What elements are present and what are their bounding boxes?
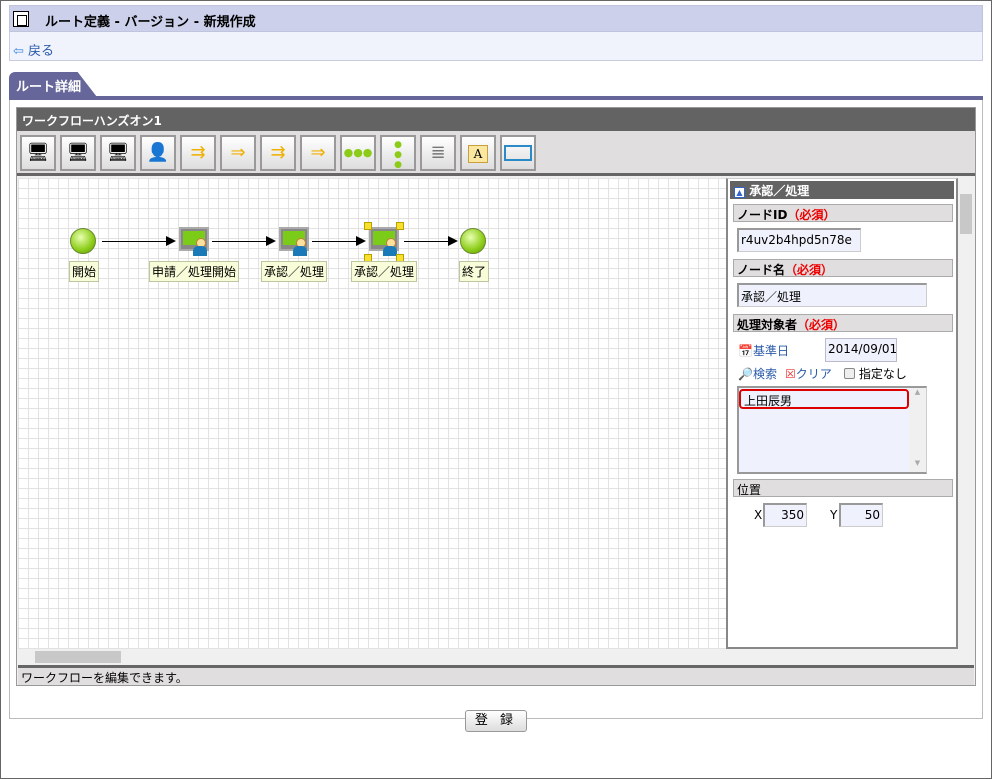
back-arrow-icon: ⇦ <box>13 44 24 59</box>
person-icon <box>193 238 207 256</box>
properties-panel: ▲ 承認／処理 ノードID（必須） r4uv2b4hpd5n78e ノード名（必… <box>726 178 958 649</box>
horizontal-line-tool-icon[interactable]: ●●● <box>340 135 376 171</box>
vertical-line-tool-icon[interactable]: ● ● ● <box>380 135 416 171</box>
flow-arrow[interactable] <box>212 236 276 246</box>
register-button[interactable]: 登 録 <box>465 710 527 732</box>
join-tool-icon[interactable]: ⇒ <box>220 135 256 171</box>
database-tool-icon[interactable]: ≣ <box>420 135 456 171</box>
node-label-start[interactable]: 開始 <box>68 261 100 282</box>
clipboard-icon <box>13 11 29 27</box>
collapse-icon[interactable]: ▲ <box>734 187 745 198</box>
list-scrollbar[interactable]: ▲ ▼ <box>909 388 926 472</box>
nav-bar: ⇦ 戻る <box>9 32 983 61</box>
scroll-thumb[interactable] <box>960 194 972 234</box>
node-id-field[interactable]: r4uv2b4hpd5n78e <box>737 228 861 252</box>
node-id-section: ノードID（必須） <box>733 204 953 222</box>
horizontal-scrollbar[interactable] <box>18 649 957 665</box>
base-date-field[interactable]: 2014/09/01 <box>825 338 897 362</box>
conditional-join-tool-icon[interactable]: ⇒ <box>300 135 336 171</box>
target-list-item[interactable]: 上田辰男 <box>739 389 909 409</box>
status-bar: ワークフローを編集できます。 <box>18 665 974 685</box>
node-name-section: ノード名（必須） <box>733 259 953 277</box>
y-label: Y <box>830 508 838 522</box>
resize-handle[interactable] <box>396 222 404 230</box>
conditional-split-tool-icon[interactable]: ⇉ <box>260 135 296 171</box>
person-icon <box>383 238 397 256</box>
workflow-editor: ワークフローハンズオン1 🖥 🖥 🖥 👤 ⇉ ⇒ ⇉ ⇒ ●●● ● ● ● ≣ A… <box>16 107 976 686</box>
flow-arrow[interactable] <box>312 236 366 246</box>
y-field[interactable]: 50 <box>839 503 883 527</box>
workflow-title: ワークフローハンズオン1 <box>17 108 975 131</box>
node-label-apply[interactable]: 申請／処理開始 <box>148 261 240 282</box>
search-icon: 🔎 <box>738 367 753 381</box>
node-label-end[interactable]: 終了 <box>458 261 490 282</box>
resize-handle[interactable] <box>364 222 372 230</box>
x-label: X <box>754 508 763 522</box>
no-target-checkbox[interactable]: 指定なし <box>844 365 907 382</box>
properties-title: 承認／処理 <box>749 184 810 198</box>
group-task-tool-icon[interactable]: 🖥 <box>60 135 96 171</box>
toolbar: 🖥 🖥 🖥 👤 ⇉ ⇒ ⇉ ⇒ ●●● ● ● ● ≣ A <box>17 131 975 176</box>
flow-arrow[interactable] <box>102 236 176 246</box>
base-date-label: 📅基準日 <box>738 344 789 358</box>
split-tool-icon[interactable]: ⇉ <box>180 135 216 171</box>
workflow-canvas[interactable]: 開始 申請／処理開始 承認／処理 承認／処理 終了 <box>18 178 726 649</box>
start-node-icon[interactable] <box>70 228 96 254</box>
role-task-tool-icon[interactable]: 👤 <box>140 135 176 171</box>
clear-link[interactable]: ☒クリア <box>785 365 832 382</box>
properties-title-bar: ▲ 承認／処理 <box>730 181 954 199</box>
system-task-tool-icon[interactable]: 🖥 <box>100 135 136 171</box>
back-link[interactable]: ⇦ 戻る <box>13 40 54 59</box>
search-link[interactable]: 🔎検索 <box>738 365 777 382</box>
person-icon <box>293 238 307 256</box>
page-title: ルート定義 - バージョン - 新規作成 <box>45 15 256 30</box>
frame-tool-icon[interactable] <box>500 135 536 171</box>
x-field[interactable]: 350 <box>763 503 807 527</box>
target-section: 処理対象者（必須） <box>733 314 953 332</box>
end-node-icon[interactable] <box>460 228 486 254</box>
calendar-icon[interactable]: 📅 <box>738 344 753 358</box>
position-section: 位置 <box>733 479 953 497</box>
scroll-thumb[interactable] <box>35 651 121 663</box>
target-list[interactable]: 上田辰男 ▲ ▼ <box>737 386 927 474</box>
node-name-field[interactable]: 承認／処理 <box>737 283 927 307</box>
node-label-approve-1[interactable]: 承認／処理 <box>260 261 328 282</box>
vertical-scrollbar[interactable] <box>958 178 974 649</box>
flow-arrow[interactable] <box>404 236 458 246</box>
user-task-tool-icon[interactable]: 🖥 <box>20 135 56 171</box>
clear-icon: ☒ <box>785 367 796 381</box>
node-label-approve-2[interactable]: 承認／処理 <box>350 261 418 282</box>
text-annotation-tool-icon[interactable]: A <box>460 135 496 171</box>
page-header: ルート定義 - バージョン - 新規作成 <box>9 5 983 32</box>
